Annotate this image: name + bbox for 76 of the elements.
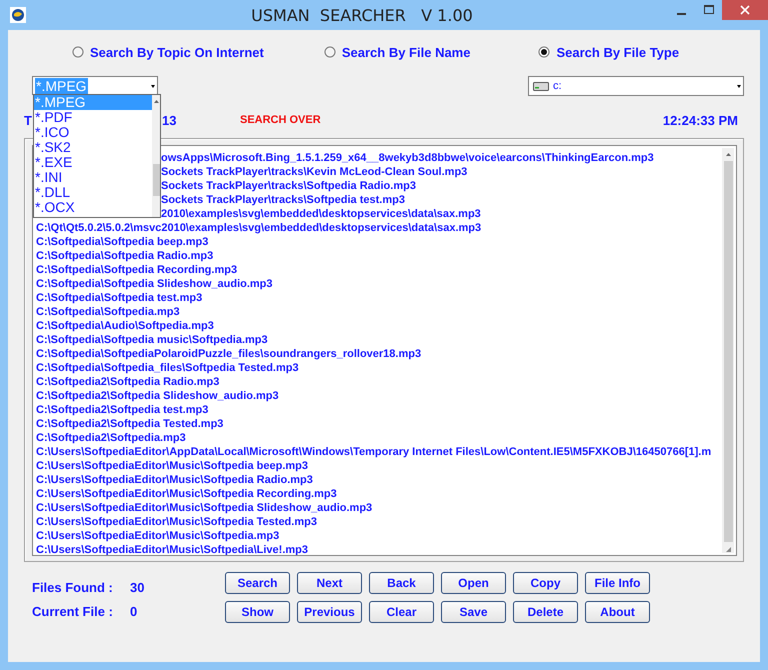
result-path[interactable]: C:\Softpedia\Softpedia Slideshow_audio.mp3 <box>36 277 722 291</box>
result-path[interactable]: C:\Softpedia2\Softpedia Tested.mp3 <box>36 417 722 431</box>
action-button[interactable]: Save <box>441 601 506 623</box>
date-label: 13 <box>162 112 178 128</box>
file-type-option[interactable]: *.DLL <box>34 185 152 200</box>
result-path[interactable]: C:\Users\SoftpediaEditor\Music\Softpedia beep.mp3 <box>36 459 722 473</box>
drive-dropdown[interactable]: c: <box>528 76 744 96</box>
file-type-option[interactable]: *.SK2 <box>34 140 152 155</box>
file-type-option[interactable]: *.OCX <box>34 200 152 215</box>
result-path[interactable]: Sockets TrackPlayer\tracks\Softpedia Radio.mp3 <box>161 179 416 193</box>
globe-icon <box>10 7 26 23</box>
result-path[interactable]: owsApps\Microsoft.Bing_1.5.1.259_x64__8wekyb3d8bbwe\voice\earcons\ThinkingEarcon.mp3 <box>161 151 654 165</box>
file-type-option[interactable]: *.ICO <box>34 125 152 140</box>
result-path[interactable]: C:\Users\SoftpediaEditor\Music\Softpedia Tested.mp3 <box>36 515 722 529</box>
current-file-label: Current File : <box>32 604 114 621</box>
maximize-icon <box>704 5 714 15</box>
action-button[interactable]: About <box>585 601 650 623</box>
result-path[interactable]: C:\Users\SoftpediaEditor\Music\Softpedia Radio.mp3 <box>36 473 722 487</box>
result-path[interactable]: C:\Softpedia\Softpedia Radio.mp3 <box>36 249 722 263</box>
action-button[interactable]: Back <box>369 572 434 594</box>
radio-icon[interactable] <box>324 46 336 58</box>
action-button[interactable]: Search <box>225 572 290 594</box>
result-path[interactable]: C:\Users\SoftpediaEditor\Music\Softpedia.mp3 <box>36 529 722 543</box>
close-button[interactable] <box>722 0 768 20</box>
result-path[interactable]: C:\Softpedia\Softpedia test.mp3 <box>36 291 722 305</box>
result-path[interactable]: 2010\examples\svg\embedded\desktopservices\data\sax.mp3 <box>161 207 481 221</box>
action-button[interactable]: Delete <box>513 601 578 623</box>
result-path[interactable]: C:\Users\SoftpediaEditor\AppData\Local\Microsoft\Windows\Temporary Internet Files\Low\Content.IE5\M5FXKOBJ\16450766[1].m <box>36 445 722 459</box>
action-button[interactable]: Copy <box>513 572 578 594</box>
status-label: SEARCH OVER <box>240 114 322 126</box>
search-mode-radio[interactable]: Search By File Name <box>324 40 470 64</box>
radio-icon[interactable] <box>72 46 84 58</box>
search-mode-radio[interactable]: Search By Topic On Internet <box>72 40 264 64</box>
result-path[interactable]: Sockets TrackPlayer\tracks\Softpedia test.mp3 <box>161 193 405 207</box>
result-path[interactable]: C:\Softpedia2\Softpedia test.mp3 <box>36 403 722 417</box>
files-found-value: 30 <box>130 580 144 597</box>
result-path[interactable]: C:\Users\SoftpediaEditor\Music\Softpedia\Live!.mp3 <box>36 543 722 555</box>
file-type-option[interactable]: *.PDF <box>34 110 152 125</box>
result-path[interactable]: C:\Softpedia\Softpedia_files\Softpedia Tested.mp3 <box>36 361 722 375</box>
scrollbar[interactable] <box>152 95 160 217</box>
result-path[interactable]: C:\Softpedia\Softpedia.mp3 <box>36 305 722 319</box>
action-button[interactable]: Previous <box>297 601 362 623</box>
action-button[interactable]: Open <box>441 572 506 594</box>
result-path[interactable]: C:\Softpedia\Softpedia beep.mp3 <box>36 235 722 249</box>
action-button[interactable]: Clear <box>369 601 434 623</box>
result-path[interactable]: C:\Softpedia2\Softpedia Slideshow_audio.mp3 <box>36 389 722 403</box>
result-path[interactable]: C:\Users\SoftpediaEditor\Music\Softpedia Recording.mp3 <box>36 487 722 501</box>
result-path[interactable]: C:\Softpedia\SoftpediaPolaroidPuzzle_files\soundrangers_rollover18.mp3 <box>36 347 722 361</box>
minimize-icon <box>677 12 686 14</box>
search-mode-radio[interactable]: Search By File Type <box>538 40 680 64</box>
action-button[interactable]: File Info <box>585 572 650 594</box>
result-path[interactable]: Sockets TrackPlayer\tracks\Kevin McLeod-Clean Soul.mp3 <box>161 165 468 179</box>
file-type-option[interactable]: *.INI <box>34 170 152 185</box>
scrollbar[interactable] <box>722 148 734 553</box>
current-file-value: 0 <box>130 604 138 621</box>
window-title: USMAN SEARCHER V 1.00 <box>250 6 474 24</box>
file-type-option[interactable]: *.EXE <box>34 155 152 170</box>
result-path[interactable]: C:\Qt\Qt5.0.2\5.0.2\msvc2010\examples\svg\embedded\desktopservices\data\sax.mp3 <box>36 221 722 235</box>
result-path[interactable]: C:\Users\SoftpediaEditor\Music\Softpedia Slideshow_audio.mp3 <box>36 501 722 515</box>
scroll-up-icon[interactable] <box>724 151 732 157</box>
result-path[interactable]: C:\Softpedia\Softpedia music\Softpedia.mp3 <box>36 333 722 347</box>
result-path[interactable]: C:\Softpedia2\Softpedia.mp3 <box>36 431 722 445</box>
files-found-label: Files Found : <box>32 580 114 597</box>
result-path[interactable]: C:\Softpedia\Softpedia Recording.mp3 <box>36 263 722 277</box>
result-path[interactable]: C:\Softpedia2\Softpedia Radio.mp3 <box>36 375 722 389</box>
drive-icon <box>533 82 549 90</box>
radio-icon[interactable] <box>538 46 550 58</box>
action-button[interactable]: Next <box>297 572 362 594</box>
close-icon <box>740 5 750 15</box>
resize-grip-icon[interactable] <box>724 546 732 553</box>
clock-label: 12:24:33 PM <box>662 112 738 128</box>
scroll-up-icon[interactable] <box>152 98 160 104</box>
date-label: T <box>24 112 33 128</box>
caret-icon <box>149 82 157 88</box>
action-button[interactable]: Show <box>225 601 290 623</box>
result-path[interactable]: C:\Softpedia\Audio\Softpedia.mp3 <box>36 319 722 333</box>
